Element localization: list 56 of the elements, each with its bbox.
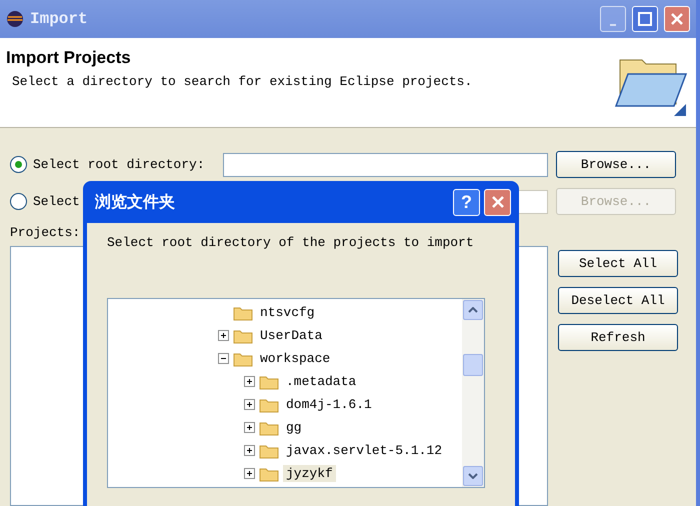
maximize-button[interactable] [632, 6, 658, 32]
window-title: Import [30, 10, 89, 28]
expand-toggle[interactable] [244, 422, 255, 433]
minimize-icon [610, 24, 616, 26]
expand-toggle[interactable] [244, 445, 255, 456]
action-button[interactable]: Deselect All [558, 287, 678, 314]
close-icon [670, 12, 684, 26]
action-button[interactable]: Select All [558, 250, 678, 277]
folder-icon [259, 420, 279, 436]
tree-item[interactable]: javax.servlet-5.1.12 [283, 442, 446, 459]
folder-icon [259, 374, 279, 390]
scrollbar[interactable] [462, 299, 484, 487]
browse-button[interactable]: Browse... [556, 151, 676, 178]
eclipse-logo-icon [6, 10, 24, 28]
close-button[interactable] [664, 6, 690, 32]
help-button[interactable]: ? [453, 188, 480, 216]
directory-field[interactable] [223, 152, 548, 176]
folder-icon [259, 396, 279, 412]
action-button[interactable]: Refresh [558, 324, 678, 351]
expand-toggle[interactable] [244, 376, 255, 387]
expand-toggle[interactable] [244, 399, 255, 410]
collapse-toggle[interactable] [218, 353, 229, 364]
scroll-thumb[interactable] [463, 354, 483, 376]
page-description: Select a directory to search for existing Eclipse projects. [11, 74, 474, 89]
folder-icon [233, 350, 253, 366]
folder-icon [259, 466, 279, 482]
tree-item[interactable]: gg [283, 419, 305, 436]
plus-icon [219, 331, 228, 340]
tree-item[interactable]: ntsvcfg [257, 304, 318, 321]
plus-icon [245, 446, 254, 455]
radio-label: Select [33, 194, 80, 209]
plus-icon [245, 377, 254, 386]
tree-item[interactable]: jyzykf [283, 465, 336, 482]
dialog-message: Select root directory of the projects to import [107, 235, 475, 250]
tree-item[interactable]: workspace [257, 350, 334, 367]
tree-item[interactable]: dom4j-1.6.1 [283, 396, 375, 413]
expand-toggle[interactable] [244, 468, 255, 479]
folder-icon [233, 304, 253, 320]
close-button[interactable] [484, 188, 511, 216]
plus-icon [245, 400, 254, 409]
radio-button[interactable] [10, 156, 27, 173]
folder-icon [233, 328, 253, 344]
expand-toggle[interactable] [218, 330, 229, 341]
page-title: Import Projects [6, 48, 132, 68]
dialog-title: 浏览文件夹 [95, 192, 176, 212]
tree-item[interactable]: .metadata [283, 373, 360, 390]
projects-label: Projects: [10, 225, 82, 240]
folder-icon [259, 442, 279, 458]
scroll-down-icon[interactable] [468, 473, 478, 479]
tree-item[interactable]: UserData [257, 327, 326, 344]
maximize-icon [638, 12, 652, 26]
close-icon [490, 195, 504, 209]
radio-label: Select root directory: [33, 157, 205, 172]
scroll-up-icon[interactable] [468, 307, 478, 313]
plus-icon [245, 469, 254, 478]
plus-icon [245, 423, 254, 432]
